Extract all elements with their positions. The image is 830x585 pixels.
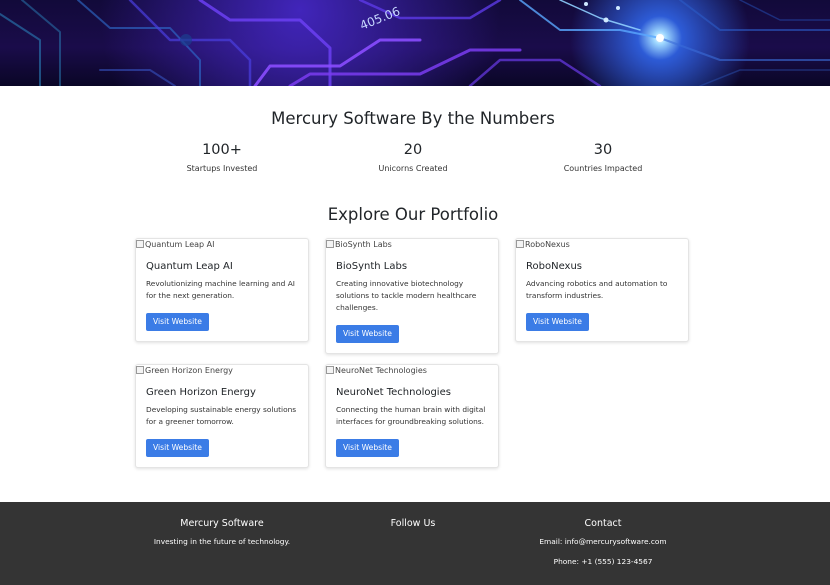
stat-unicorns: 20 Unicorns Created <box>313 140 513 173</box>
footer-contact-heading: Contact <box>584 518 622 529</box>
card-image: NeuroNet Technologies <box>326 365 498 377</box>
card-description: Creating innovative biotechnology soluti… <box>336 279 477 312</box>
footer-follow: Follow Us <box>313 518 513 530</box>
footer-about: Mercury Software Investing in the future… <box>122 518 322 547</box>
card-image: BioSynth Labs <box>326 239 498 251</box>
circuit-board-graphic: 405.06 <box>0 0 830 86</box>
footer-email[interactable]: Email: info@mercurysoftware.com <box>503 537 703 547</box>
stats-heading: Mercury Software By the Numbers <box>271 109 555 128</box>
portfolio-card-green-horizon: Green Horizon Energy Green Horizon Energ… <box>135 364 309 468</box>
footer-about-text: Investing in the future of technology. <box>153 537 291 546</box>
footer-contact: Contact Email: info@mercurysoftware.com … <box>503 518 703 567</box>
card-description: Connecting the human brain with digital … <box>336 405 486 426</box>
card-image: RoboNexus <box>516 239 688 251</box>
portfolio-card-neuronet: NeuroNet Technologies NeuroNet Technolog… <box>325 364 499 468</box>
card-description: Developing sustainable energy solutions … <box>146 405 297 426</box>
card-title: Green Horizon Energy <box>146 387 256 398</box>
visit-website-button[interactable]: Visit Website <box>336 439 399 457</box>
card-title: NeuroNet Technologies <box>336 387 451 398</box>
stat-startups: 100+ Startups Invested <box>122 140 322 173</box>
hero-banner: 405.06 <box>0 0 830 86</box>
broken-image-icon <box>136 240 144 248</box>
card-description: Revolutionizing machine learning and AI … <box>146 279 295 300</box>
card-image: Quantum Leap AI <box>136 239 308 251</box>
stat-label: Startups Invested <box>186 164 258 173</box>
footer-phone: Phone: +1 (555) 123-4567 <box>553 557 653 566</box>
stat-label: Countries Impacted <box>563 164 643 173</box>
portfolio-card-robonexus: RoboNexus RoboNexus Advancing robotics a… <box>515 238 689 342</box>
stat-value: 20 <box>403 142 423 158</box>
visit-website-button[interactable]: Visit Website <box>146 439 209 457</box>
card-title: RoboNexus <box>526 261 583 272</box>
card-title: Quantum Leap AI <box>146 261 233 272</box>
portfolio-card-biosynth: BioSynth Labs BioSynth Labs Creating inn… <box>325 238 499 354</box>
footer-about-heading: Mercury Software <box>180 518 264 529</box>
broken-image-icon <box>326 366 334 374</box>
portfolio-card-quantum-leap: Quantum Leap AI Quantum Leap AI Revoluti… <box>135 238 309 342</box>
visit-website-button[interactable]: Visit Website <box>526 313 589 331</box>
visit-website-button[interactable]: Visit Website <box>336 325 399 343</box>
stat-countries: 30 Countries Impacted <box>503 140 703 173</box>
visit-website-button[interactable]: Visit Website <box>146 313 209 331</box>
card-image: Green Horizon Energy <box>136 365 308 377</box>
stat-label: Unicorns Created <box>378 164 448 173</box>
footer-follow-heading: Follow Us <box>390 518 436 529</box>
site-footer: Mercury Software Investing in the future… <box>0 502 830 585</box>
card-description: Advancing robotics and automation to tra… <box>526 279 668 300</box>
broken-image-icon <box>136 366 144 374</box>
card-title: BioSynth Labs <box>336 261 408 272</box>
stat-value: 100+ <box>202 142 242 158</box>
stat-value: 30 <box>593 142 613 158</box>
broken-image-icon <box>516 240 524 248</box>
broken-image-icon <box>326 240 334 248</box>
portfolio-heading: Explore Our Portfolio <box>327 205 499 224</box>
